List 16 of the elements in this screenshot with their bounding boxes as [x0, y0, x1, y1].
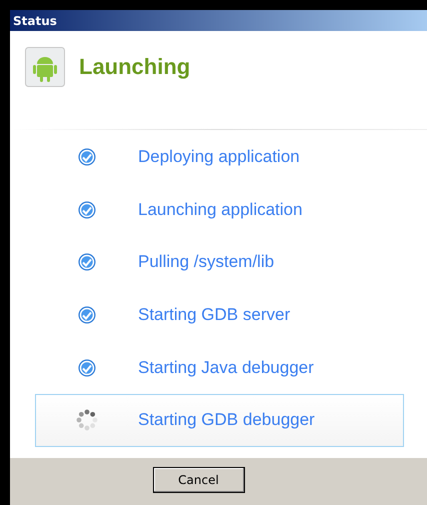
- android-robot-icon: [25, 46, 65, 86]
- step-label: Launching application: [138, 200, 302, 220]
- window-title: Status: [13, 14, 57, 28]
- check-icon: [78, 200, 96, 219]
- step-label: Starting GDB server: [138, 305, 290, 326]
- status-heading: Launching: [79, 54, 190, 80]
- check-icon: [78, 358, 96, 377]
- check-icon: [78, 306, 96, 324]
- step-label: Deploying application: [138, 147, 300, 168]
- check-icon: [78, 253, 96, 272]
- step-label: Starting Java debugger: [138, 358, 314, 378]
- step-label: Pulling /system/lib: [138, 252, 274, 272]
- check-icon: [78, 148, 96, 166]
- spinner-icon: [76, 409, 98, 432]
- cancel-button[interactable]: Cancel: [152, 467, 244, 493]
- step-label: Starting GDB debugger: [138, 410, 315, 430]
